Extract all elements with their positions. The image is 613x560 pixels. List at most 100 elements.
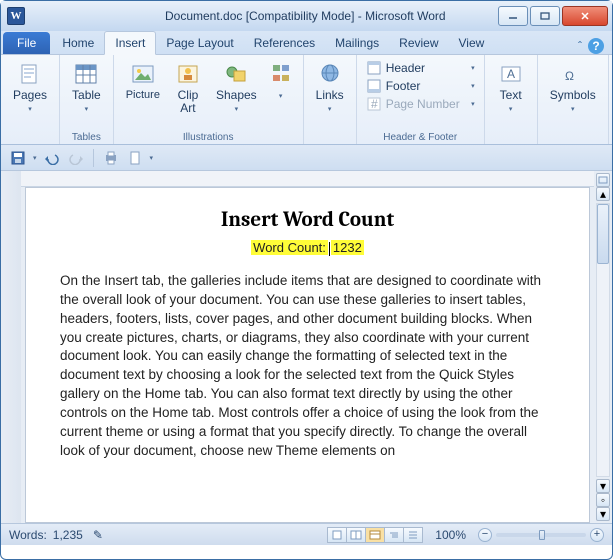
page-number-button[interactable]: # Page Number ▾ xyxy=(363,95,478,113)
clip-art-label-1: Clip xyxy=(178,88,199,102)
view-print-layout[interactable] xyxy=(327,527,347,543)
tab-page-layout[interactable]: Page Layout xyxy=(156,32,243,54)
undo-button[interactable] xyxy=(43,149,61,167)
vertical-scrollbar[interactable]: ▴ ▾ ◦ ▾ xyxy=(594,171,612,523)
page-number-icon: # xyxy=(366,96,382,112)
help-icon[interactable]: ? xyxy=(588,38,604,54)
table-icon xyxy=(72,61,100,87)
links-icon xyxy=(316,61,344,87)
view-outline[interactable] xyxy=(384,527,404,543)
group-symbols: Ω Symbols▾ xyxy=(538,55,609,144)
zoom-thumb[interactable] xyxy=(539,530,545,540)
group-header-footer: Header ▾ Footer ▾ # Page Number ▾ Header… xyxy=(357,55,485,144)
word-count-value: 1232 xyxy=(331,240,364,255)
tab-file[interactable]: File xyxy=(3,32,50,54)
minimize-ribbon-icon[interactable]: ˆ xyxy=(578,39,582,53)
clip-art-button[interactable]: ClipArt xyxy=(168,59,208,117)
quick-access-toolbar: ▾ ▾ xyxy=(1,145,612,171)
scroll-down-icon[interactable]: ▾ xyxy=(596,479,610,493)
view-draft[interactable] xyxy=(403,527,423,543)
tab-review[interactable]: Review xyxy=(389,32,448,54)
scroll-up-icon[interactable]: ▴ xyxy=(596,187,610,201)
doc-heading: Insert Word Count xyxy=(60,208,555,232)
page-number-label: Page Number xyxy=(386,97,460,111)
browse-object-icon[interactable]: ◦ xyxy=(596,493,610,507)
group-pages-label xyxy=(7,143,53,144)
tab-references[interactable]: References xyxy=(244,32,325,54)
clip-art-label-2: Art xyxy=(180,101,195,115)
view-buttons xyxy=(328,527,423,543)
group-links: Links▾ xyxy=(304,55,357,144)
document-page[interactable]: Insert Word Count Word Count:1232 On the… xyxy=(25,187,590,523)
horizontal-ruler[interactable] xyxy=(21,171,594,187)
redo-button[interactable] xyxy=(67,149,85,167)
words-value[interactable]: 1,235 xyxy=(53,528,83,542)
picture-button[interactable]: Picture xyxy=(120,59,166,103)
word-app-icon: W xyxy=(7,7,25,25)
ruler-toggle-icon[interactable] xyxy=(596,173,610,187)
body-paragraph: On the Insert tab, the galleries include… xyxy=(60,272,555,461)
maximize-button[interactable] xyxy=(530,6,560,26)
zoom-out-button[interactable]: − xyxy=(478,528,492,542)
minimize-button[interactable] xyxy=(498,6,528,26)
zoom-percent[interactable]: 100% xyxy=(435,528,466,542)
text-button[interactable]: A Text▾ xyxy=(491,59,531,118)
group-text: A Text▾ xyxy=(485,55,538,144)
chevron-down-icon: ▾ xyxy=(471,82,475,90)
vertical-ruler[interactable] xyxy=(1,171,21,523)
chevron-down-icon: ▾ xyxy=(571,106,575,113)
words-label: Words: xyxy=(9,528,47,542)
proofing-icon[interactable]: ✎ xyxy=(93,528,103,542)
zoom-track[interactable] xyxy=(496,533,586,537)
svg-text:#: # xyxy=(371,97,378,111)
table-button[interactable]: Table ▾ xyxy=(66,59,107,118)
group-links-label xyxy=(310,143,350,144)
group-tables: Table▾ Tables xyxy=(60,55,114,144)
view-full-screen[interactable] xyxy=(346,527,366,543)
chevron-down-icon: ▾ xyxy=(85,106,89,113)
qat-save-drop[interactable]: ▾ xyxy=(33,154,37,162)
illustrations-more-button[interactable]: ▾ xyxy=(265,59,297,105)
new-document-button[interactable] xyxy=(126,149,144,167)
header-button[interactable]: Header ▾ xyxy=(363,59,478,77)
table-label: Table xyxy=(72,88,101,102)
zoom-slider[interactable]: − + xyxy=(478,528,604,542)
shapes-button[interactable]: Shapes ▾ xyxy=(210,59,263,118)
ribbon: Pages▾ Table▾ Tables Picture ClipArt xyxy=(1,55,612,145)
word-count-label: Word Count: xyxy=(251,240,328,255)
chevron-down-icon: ▾ xyxy=(235,106,239,113)
header-icon xyxy=(366,60,382,76)
print-preview-button[interactable] xyxy=(102,149,120,167)
footer-button[interactable]: Footer ▾ xyxy=(363,77,478,95)
chevron-down-icon: ▾ xyxy=(328,106,332,113)
group-pages: Pages▾ xyxy=(1,55,60,144)
save-button[interactable] xyxy=(9,149,27,167)
group-illustrations: Picture ClipArt Shapes▾ ▾ Illustrations xyxy=(114,55,304,144)
tab-mailings[interactable]: Mailings xyxy=(325,32,389,54)
picture-icon xyxy=(129,61,157,87)
title-bar: W Document.doc [Compatibility Mode] - Mi… xyxy=(1,1,612,31)
pages-button[interactable]: Pages▾ xyxy=(7,59,53,118)
text-box-icon: A xyxy=(497,61,525,87)
tab-view[interactable]: View xyxy=(449,32,495,54)
view-web-layout[interactable] xyxy=(365,527,385,543)
word-count-line: Word Count:1232 xyxy=(60,240,555,256)
pages-icon xyxy=(16,61,44,87)
links-button[interactable]: Links▾ xyxy=(310,59,350,118)
header-label: Header xyxy=(386,61,425,75)
next-page-icon[interactable]: ▾ xyxy=(596,507,610,521)
footer-icon xyxy=(366,78,382,94)
tab-insert[interactable]: Insert xyxy=(104,31,156,55)
window-title: Document.doc [Compatibility Mode] - Micr… xyxy=(165,9,496,23)
shapes-label: Shapes xyxy=(216,88,257,102)
close-button[interactable] xyxy=(562,6,608,26)
footer-label: Footer xyxy=(386,79,421,93)
symbols-button[interactable]: Ω Symbols▾ xyxy=(544,59,602,118)
scroll-thumb[interactable] xyxy=(597,204,609,264)
smartart-icon xyxy=(267,61,295,87)
tab-home[interactable]: Home xyxy=(52,32,104,54)
zoom-in-button[interactable]: + xyxy=(590,528,604,542)
status-bar: Words: 1,235 ✎ 100% − + xyxy=(1,523,612,545)
clip-art-icon xyxy=(174,61,202,87)
qat-customize-drop[interactable]: ▾ xyxy=(150,154,154,162)
